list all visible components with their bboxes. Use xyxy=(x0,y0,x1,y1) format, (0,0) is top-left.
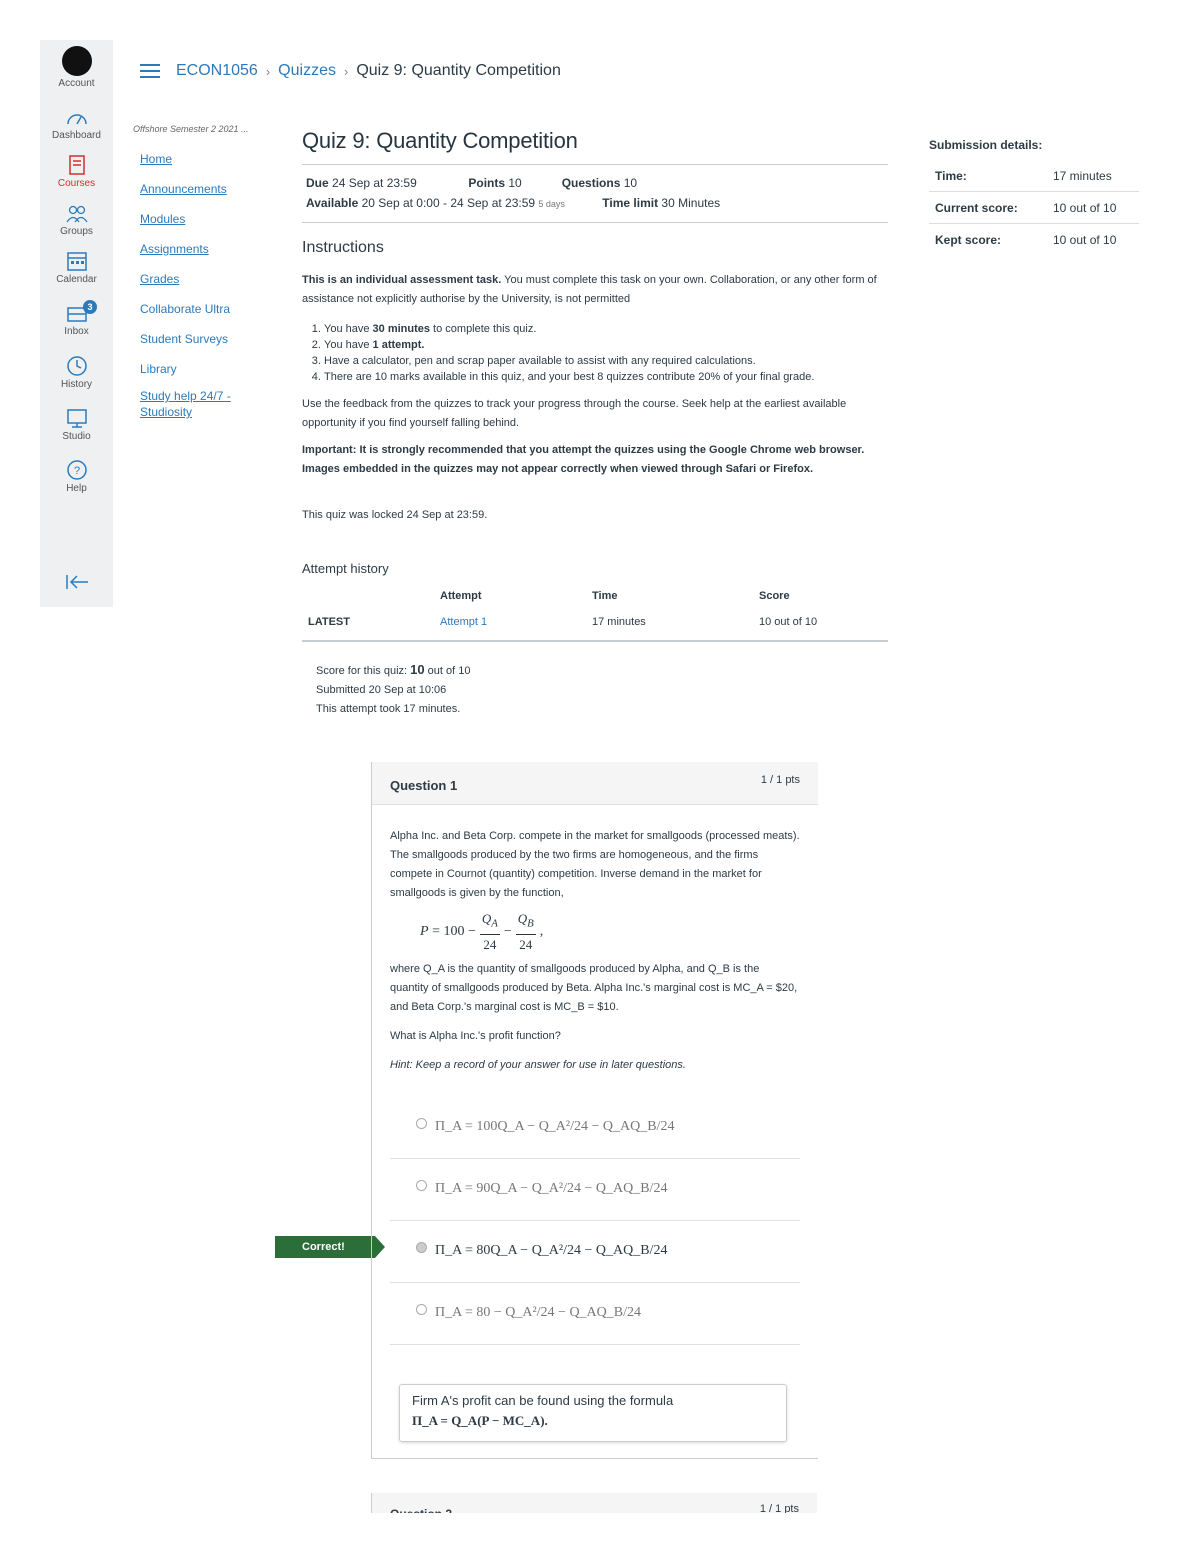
course-nav-home[interactable]: Home xyxy=(133,152,273,166)
radio-button[interactable] xyxy=(416,1303,427,1315)
question-header: Question 1 1 / 1 pts xyxy=(372,762,818,805)
course-nav-library[interactable]: Library xyxy=(133,362,273,376)
attempt-history-table: Attempt Time Score LATEST Attempt 1 17 m… xyxy=(302,590,888,642)
global-nav-help[interactable]: ? Help xyxy=(40,459,113,494)
global-nav-groups[interactable]: Groups xyxy=(40,204,113,237)
rules-list: You have 30 minutes to complete this qui… xyxy=(302,321,888,385)
breadcrumb-course[interactable]: ECON1056 xyxy=(176,62,258,80)
question-2: Question 2 1 / 1 pts xyxy=(371,1493,817,1513)
table-row: LATEST Attempt 1 17 minutes 10 out of 10 xyxy=(302,610,888,642)
score-summary: Score for this quiz: 10 out of 10 Submit… xyxy=(316,662,471,715)
chevron-right-icon: › xyxy=(265,63,271,79)
feedback-text: Use the feedback from the quizzes to tra… xyxy=(302,398,847,429)
breadcrumb-current: Quiz 9: Quantity Competition xyxy=(356,62,561,79)
svg-text:?: ? xyxy=(73,465,79,477)
quiz-meta: Due 24 Sep at 23:59 Points 10 Questions … xyxy=(306,176,721,210)
submission-row-kept: Kept score: 10 out of 10 xyxy=(935,233,1117,247)
studio-icon xyxy=(66,409,87,428)
course-nav: Offshore Semester 2 2021 ... Home Announ… xyxy=(133,124,273,436)
help-icon: ? xyxy=(66,460,87,480)
breadcrumb: ECON1056 › Quizzes › Quiz 9: Quantity Co… xyxy=(140,60,561,82)
answer-option-2[interactable]: Π_A = 90Q_A − Q_A²/24 − Q_AQ_B/24 xyxy=(390,1159,800,1221)
correct-answer-flag: Correct! xyxy=(275,1236,385,1258)
submission-details: Submission details: Time: 17 minutes Curr… xyxy=(929,138,1139,255)
breadcrumb-quizzes[interactable]: Quizzes xyxy=(278,62,336,80)
question-text: Alpha Inc. and Beta Corp. compete in the… xyxy=(390,830,800,1071)
quiz-main: Quiz 9: Quantity Competition Due 24 Sep … xyxy=(302,124,888,719)
dashboard-icon xyxy=(66,114,87,125)
collapse-nav-button[interactable] xyxy=(40,573,113,593)
global-nav-account[interactable]: Account xyxy=(40,46,113,89)
course-nav-grades[interactable]: Grades xyxy=(133,272,273,286)
course-nav-announcements[interactable]: Announcements xyxy=(133,182,273,196)
course-nav-collaborate[interactable]: Collaborate Ultra xyxy=(133,302,273,316)
page-title: Quiz 9: Quantity Competition xyxy=(302,128,578,153)
instructions-text: This is an individual assessment task. Y… xyxy=(302,274,877,305)
global-nav-studio[interactable]: Studio xyxy=(40,407,113,442)
avatar xyxy=(61,46,92,76)
global-nav-history[interactable]: History xyxy=(40,355,113,390)
submission-row-time: Time: 17 minutes xyxy=(929,160,1139,192)
course-nav-modules[interactable]: Modules xyxy=(133,212,273,226)
important-text: Important: It is strongly recommended th… xyxy=(302,444,865,475)
course-nav-surveys[interactable]: Student Surveys xyxy=(133,332,273,346)
global-nav-dashboard[interactable]: Dashboard xyxy=(40,108,113,141)
answer-comment: Firm A's profit can be found using the f… xyxy=(399,1384,787,1442)
calendar-icon xyxy=(66,252,87,271)
course-nav-assignments[interactable]: Assignments xyxy=(133,242,273,256)
attempt-1-link[interactable]: Attempt 1 xyxy=(440,616,487,628)
demand-formula: P = 100 − QA 24− QB 24, xyxy=(420,911,544,952)
submission-row-current: Current score: 10 out of 10 xyxy=(929,192,1139,224)
question-1: Question 1 1 / 1 pts Alpha Inc. and Beta… xyxy=(371,762,818,1459)
attempt-history-heading: Attempt history xyxy=(302,561,389,576)
locked-notice: This quiz was locked 24 Sep at 23:59. xyxy=(302,509,488,521)
course-nav-studiosity[interactable]: Study help 24/7 - Studiosity xyxy=(133,388,273,420)
answer-option-3[interactable]: Π_A = 80Q_A − Q_A²/24 − Q_AQ_B/24 xyxy=(390,1221,800,1283)
hamburger-menu-icon[interactable] xyxy=(140,64,160,78)
term-label: Offshore Semester 2 2021 ... xyxy=(133,124,249,134)
global-nav-courses[interactable]: Courses xyxy=(40,154,113,189)
submission-heading: Submission details: xyxy=(929,138,1043,152)
answer-option-4[interactable]: Π_A = 80 − Q_A²/24 − Q_AQ_B/24 xyxy=(390,1283,800,1345)
courses-icon xyxy=(68,155,85,175)
inbox-badge: 3 xyxy=(83,300,97,314)
history-icon xyxy=(66,356,87,376)
instructions-heading: Instructions xyxy=(302,239,384,256)
radio-button[interactable] xyxy=(416,1179,427,1191)
radio-button[interactable] xyxy=(416,1117,427,1129)
radio-button-selected[interactable] xyxy=(416,1241,427,1253)
chevron-right-icon: › xyxy=(343,63,349,79)
answer-option-1[interactable]: Π_A = 100Q_A − Q_A²/24 − Q_AQ_B/24 xyxy=(390,1097,800,1159)
global-nav-calendar[interactable]: Calendar xyxy=(40,250,113,285)
global-nav: Account Dashboard Courses Groups Calenda… xyxy=(40,40,113,607)
global-nav-inbox[interactable]: 3 Inbox xyxy=(40,300,113,337)
collapse-arrow-icon xyxy=(65,575,88,589)
groups-icon xyxy=(65,205,88,223)
